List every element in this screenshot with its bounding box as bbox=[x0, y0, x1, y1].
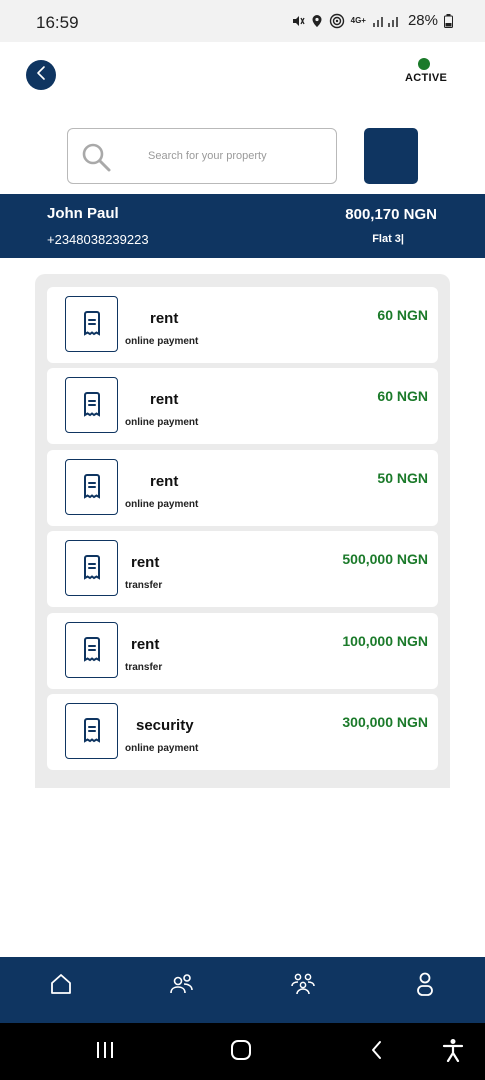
chevron-left-icon bbox=[34, 65, 48, 85]
recent-apps-icon bbox=[94, 1040, 116, 1064]
back-arrow-icon bbox=[369, 1039, 385, 1065]
receipt-icon bbox=[65, 296, 118, 352]
bottom-nav bbox=[0, 957, 485, 1023]
receipt-icon bbox=[65, 377, 118, 433]
status-bar: 16:59 4G+ 28% bbox=[0, 0, 485, 42]
transaction-title: rent bbox=[131, 636, 160, 653]
status-time: 16:59 bbox=[36, 13, 79, 32]
back-button[interactable] bbox=[26, 60, 56, 90]
transaction-amount: 300,000 NGN bbox=[342, 714, 428, 730]
transaction-amount: 100,000 NGN bbox=[342, 633, 428, 649]
accessibility-icon bbox=[442, 1038, 464, 1066]
location-icon bbox=[311, 14, 323, 28]
hotspot-icon bbox=[329, 13, 345, 29]
transaction-item[interactable]: rent online payment 60 NGN bbox=[47, 287, 438, 363]
home-button[interactable] bbox=[226, 1039, 256, 1065]
receipt-icon bbox=[65, 622, 118, 678]
tenant-name: John Paul bbox=[47, 205, 119, 222]
nav-profile[interactable] bbox=[410, 971, 440, 1001]
status-icons: 4G+ 28% bbox=[291, 12, 453, 29]
nav-home[interactable] bbox=[46, 971, 76, 1001]
tenant-balance: 800,170 NGN bbox=[345, 206, 437, 223]
transaction-method: transfer bbox=[125, 662, 163, 673]
transaction-amount: 60 NGN bbox=[377, 307, 428, 323]
transaction-item[interactable]: rent online payment 50 NGN bbox=[47, 450, 438, 526]
tenant-phone: +2348038239223 bbox=[47, 232, 149, 247]
group-icon bbox=[289, 972, 317, 1000]
transaction-method: online payment bbox=[125, 336, 199, 347]
home-icon bbox=[49, 972, 73, 1000]
signal-icon bbox=[372, 14, 402, 28]
transaction-method: online payment bbox=[125, 743, 199, 754]
status-label: ACTIVE bbox=[405, 72, 448, 84]
transaction-amount: 50 NGN bbox=[377, 470, 428, 486]
system-nav-bar bbox=[0, 1023, 485, 1080]
receipt-icon bbox=[65, 703, 118, 759]
transaction-method: online payment bbox=[125, 499, 199, 510]
transaction-amount: 500,000 NGN bbox=[342, 551, 428, 567]
nav-groups[interactable] bbox=[288, 971, 318, 1001]
filter-button[interactable] bbox=[364, 128, 418, 184]
accessibility-button[interactable] bbox=[438, 1039, 468, 1065]
transaction-list: rent online payment 60 NGN rent online p… bbox=[35, 274, 450, 788]
transaction-amount: 60 NGN bbox=[377, 388, 428, 404]
recent-apps-button[interactable] bbox=[90, 1039, 120, 1065]
transaction-item[interactable]: security online payment 300,000 NGN bbox=[47, 694, 438, 770]
search-input[interactable] bbox=[148, 145, 328, 167]
users-icon bbox=[169, 972, 195, 1000]
nav-tenants[interactable] bbox=[167, 971, 197, 1001]
receipt-icon bbox=[65, 540, 118, 596]
transaction-title: rent bbox=[150, 310, 179, 327]
profile-icon bbox=[415, 971, 435, 1001]
search-icon bbox=[80, 141, 112, 177]
network-type: 4G+ bbox=[350, 16, 366, 25]
transaction-title: rent bbox=[150, 391, 179, 408]
tenant-summary: John Paul +2348038239223 800,170 NGN Fla… bbox=[0, 194, 485, 258]
transaction-method: online payment bbox=[125, 417, 199, 428]
home-circle-icon bbox=[230, 1039, 252, 1065]
search-box[interactable] bbox=[67, 128, 337, 184]
transaction-item[interactable]: rent transfer 100,000 NGN bbox=[47, 613, 438, 689]
transaction-title: rent bbox=[131, 554, 160, 571]
status-indicator-dot bbox=[418, 58, 430, 70]
system-back-button[interactable] bbox=[362, 1039, 392, 1065]
battery-level: 28% bbox=[407, 12, 438, 29]
transaction-title: rent bbox=[150, 473, 179, 490]
transaction-item[interactable]: rent online payment 60 NGN bbox=[47, 368, 438, 444]
transaction-method: transfer bbox=[125, 580, 163, 591]
receipt-icon bbox=[65, 459, 118, 515]
transaction-title: security bbox=[136, 717, 194, 734]
transaction-item[interactable]: rent transfer 500,000 NGN bbox=[47, 531, 438, 607]
battery-icon bbox=[444, 13, 453, 28]
mute-icon bbox=[291, 14, 305, 28]
tenant-unit: Flat 3| bbox=[372, 233, 404, 245]
